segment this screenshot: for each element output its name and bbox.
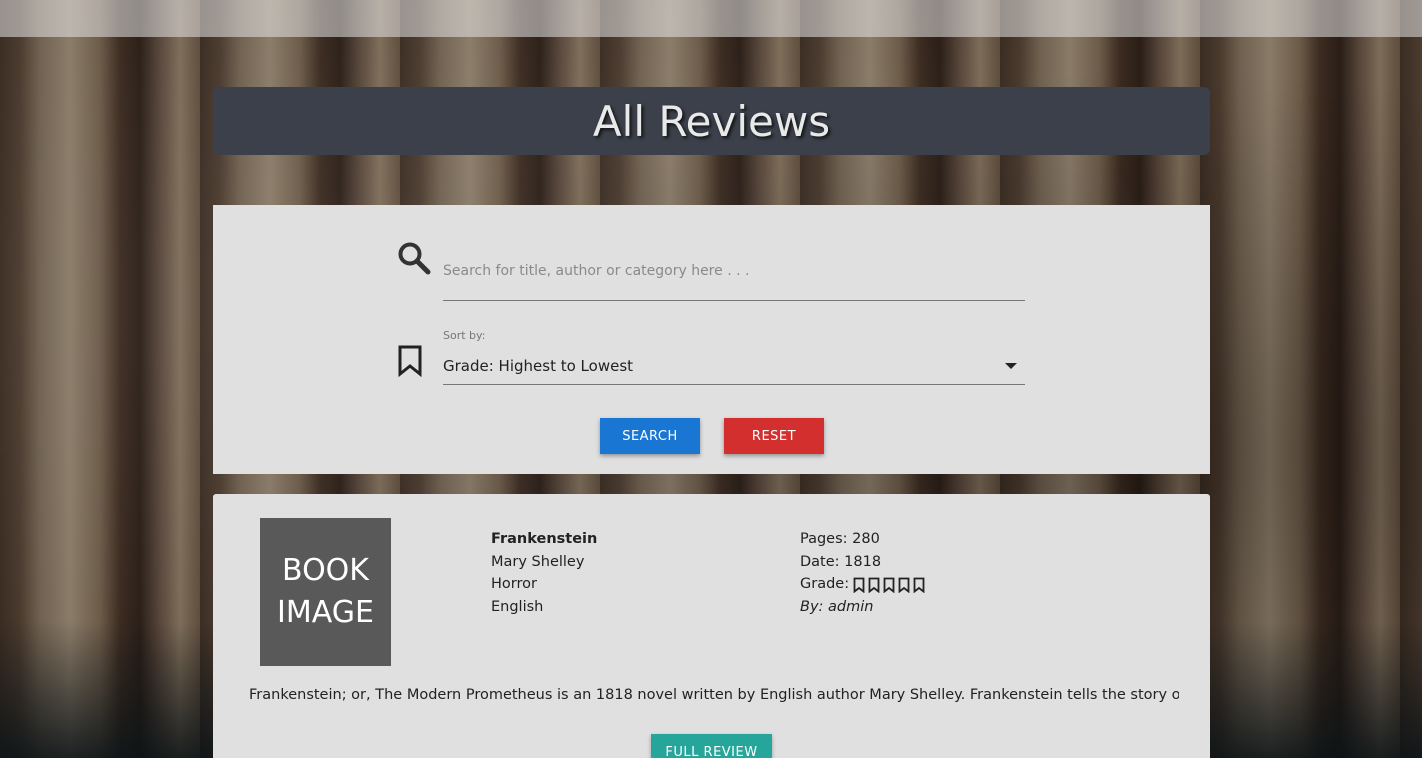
review-card: BOOK IMAGE Frankenstein Mary Shelley Hor… — [213, 494, 1210, 758]
search-button[interactable]: SEARCH — [600, 418, 700, 454]
review-date: Date: 1818 — [800, 553, 882, 570]
reset-button[interactable]: RESET — [724, 418, 824, 454]
search-icon — [398, 242, 431, 275]
top-navbar — [0, 0, 1422, 37]
full-review-button[interactable]: FULL REVIEW — [651, 734, 772, 758]
review-language: English — [491, 599, 544, 616]
book-image-text: IMAGE — [277, 595, 374, 630]
bookmark-outline-icon — [868, 577, 880, 593]
bookmark-outline-icon — [898, 577, 910, 593]
book-image-text: BOOK — [282, 553, 369, 588]
sort-select[interactable]: Grade: Highest to Lowest — [443, 347, 1025, 385]
bookmark-outline-icon — [883, 577, 895, 593]
review-book-info: Frankenstein Mary Shelley Horror English — [491, 528, 597, 619]
review-by: By: admin — [800, 599, 874, 616]
sort-selected-value: Grade: Highest to Lowest — [443, 356, 634, 375]
review-author: Mary Shelley — [491, 553, 585, 570]
bookmark-icon — [398, 345, 422, 377]
search-panel: Sort by: Grade: Highest to Lowest SEARCH… — [213, 205, 1210, 474]
chevron-down-icon — [1005, 362, 1017, 369]
review-meta: Pages: 280 Date: 1818 Grade: By: admin — [800, 528, 925, 619]
review-title: Frankenstein — [491, 531, 598, 547]
grade-label: Grade: — [800, 576, 850, 593]
page-title: All Reviews — [592, 96, 831, 146]
sort-label: Sort by: — [443, 329, 486, 342]
review-category: Horror — [491, 576, 537, 593]
search-input[interactable] — [443, 235, 1025, 301]
review-pages: Pages: 280 — [800, 531, 880, 547]
bookmark-outline-icon — [913, 577, 925, 593]
page-title-bar: All Reviews — [213, 87, 1210, 155]
review-grade: Grade: — [800, 573, 925, 596]
review-description: Frankenstein; or, The Modern Prometheus … — [249, 687, 1179, 703]
grade-rating — [853, 577, 925, 593]
book-image-placeholder: BOOK IMAGE — [260, 518, 391, 666]
bookmark-outline-icon — [853, 577, 865, 593]
